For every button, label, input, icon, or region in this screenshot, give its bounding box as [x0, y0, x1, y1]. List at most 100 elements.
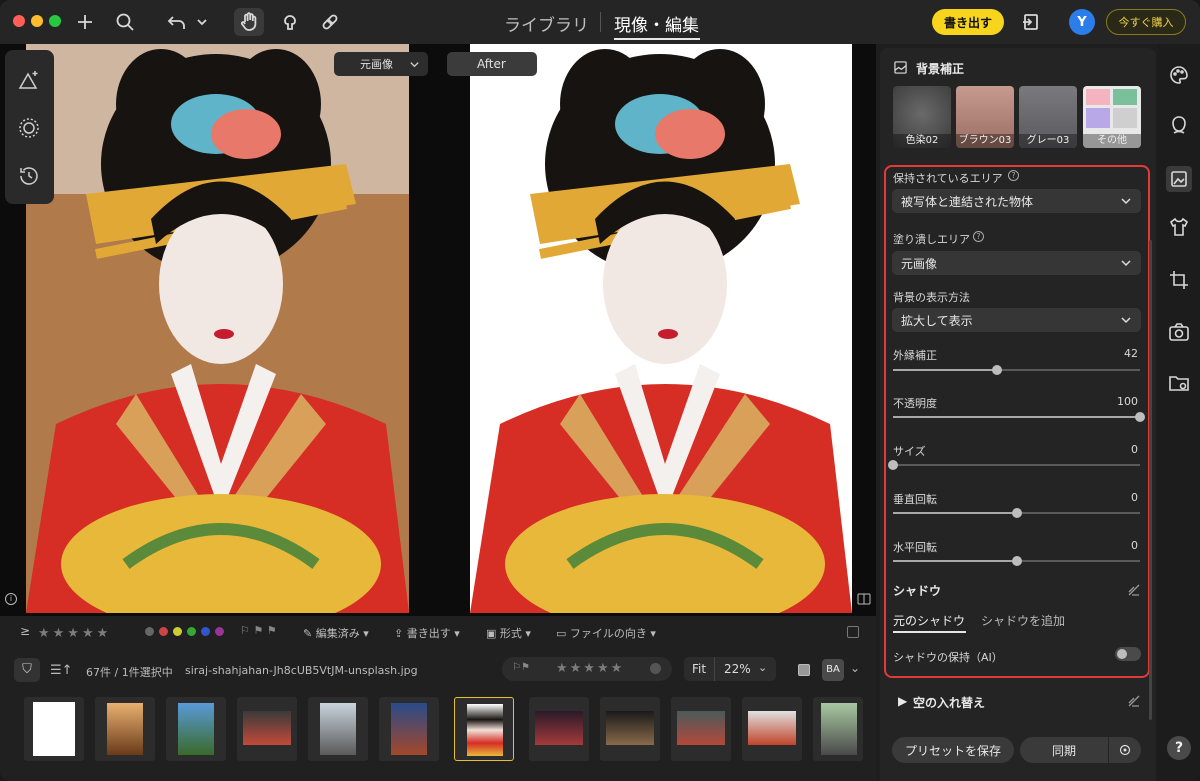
thumbnail-4[interactable]: [237, 697, 297, 761]
thumbnail-9[interactable]: [600, 697, 660, 761]
avatar[interactable]: Y: [1069, 9, 1095, 35]
thumbnail-12[interactable]: [813, 697, 863, 761]
color-yellow[interactable]: [173, 627, 182, 636]
healing-bandage-icon[interactable]: [318, 10, 342, 34]
slider-edge[interactable]: [893, 365, 1140, 375]
rating-filter[interactable]: ★★★★★: [38, 622, 128, 641]
color-blue[interactable]: [201, 627, 210, 636]
history-icon[interactable]: [17, 164, 41, 188]
tab-add-shadow[interactable]: シャドウを追加: [981, 612, 1065, 629]
export-filter[interactable]: ⇪ 書き出す ▾: [394, 625, 460, 641]
color-red[interactable]: [159, 627, 168, 636]
thumbnail-3[interactable]: [166, 697, 226, 761]
color-green[interactable]: [187, 627, 196, 636]
preset-other[interactable]: その他: [1083, 86, 1141, 148]
thumbnail-1[interactable]: [24, 697, 84, 761]
zoom-level[interactable]: 22%: [724, 662, 751, 676]
quick-star-rating[interactable]: ★★★★★: [556, 661, 624, 676]
sign-in-icon[interactable]: [1020, 10, 1042, 34]
slider-size[interactable]: [888, 460, 1140, 470]
slider-handle[interactable]: [1011, 508, 1022, 518]
sky-replace-title[interactable]: 空の入れ替え: [913, 694, 985, 711]
bg-display-select[interactable]: 拡大して表示: [892, 308, 1141, 332]
slider-opacity[interactable]: [893, 412, 1145, 422]
zoom-window-button[interactable]: [49, 15, 61, 27]
filter-icon[interactable]: ⛉: [14, 658, 40, 682]
add-icon[interactable]: [74, 10, 96, 34]
brush-mask-icon[interactable]: [278, 10, 302, 34]
slider-vertical-rotation[interactable]: [893, 508, 1140, 518]
vignette-icon[interactable]: [17, 116, 41, 140]
filter-operator-icon[interactable]: ≥: [20, 624, 30, 638]
minimize-window-button[interactable]: [31, 15, 43, 27]
color-purple[interactable]: [215, 627, 224, 636]
thumbnail-11[interactable]: [742, 697, 802, 761]
fill-area-select[interactable]: 元画像: [892, 251, 1141, 275]
single-view-icon[interactable]: [798, 664, 810, 676]
thumbnail-6[interactable]: [379, 697, 439, 761]
thumbnail-selected[interactable]: [454, 697, 514, 761]
preset-gray[interactable]: グレー03: [1019, 86, 1077, 148]
before-after-toggle[interactable]: BA: [822, 659, 844, 681]
view-options-chevron-icon[interactable]: ⌄: [850, 661, 860, 675]
info-icon[interactable]: i: [5, 593, 17, 605]
sync-button[interactable]: 同期: [1020, 737, 1108, 763]
tab-library[interactable]: ライブラリ: [504, 11, 589, 36]
folder-view-icon[interactable]: [1168, 372, 1190, 394]
palette-icon[interactable]: [1168, 64, 1190, 86]
slider-handle[interactable]: [1135, 412, 1145, 422]
save-preset-button[interactable]: プリセットを保存: [892, 737, 1014, 763]
zoom-control[interactable]: Fit 22% ⌄: [684, 657, 776, 681]
before-view-dropdown[interactable]: 元画像: [334, 52, 428, 76]
compare-split-icon[interactable]: [857, 593, 871, 605]
background-tool-icon[interactable]: [1166, 166, 1192, 192]
orientation-filter[interactable]: ▭ ファイルの向き ▾: [556, 625, 656, 641]
after-view-label[interactable]: After: [447, 52, 537, 76]
help-icon[interactable]: ?: [1008, 170, 1019, 181]
slider-handle[interactable]: [1011, 556, 1022, 566]
crop-icon[interactable]: [1168, 269, 1190, 291]
auto-enhance-icon[interactable]: [17, 68, 41, 92]
panel-scrollbar[interactable]: [1149, 240, 1152, 720]
undo-history-chevron-icon[interactable]: [194, 10, 210, 34]
fit-label[interactable]: Fit: [692, 662, 706, 676]
preserved-area-select[interactable]: 被写体と連結された物体: [892, 189, 1141, 213]
preset-stain[interactable]: 色染02: [893, 86, 951, 148]
slider-handle[interactable]: [991, 365, 1002, 375]
slider-handle[interactable]: [888, 460, 898, 470]
shadow-keep-toggle[interactable]: [1115, 647, 1141, 661]
sort-icon[interactable]: ☰↑: [50, 663, 73, 678]
thumbnail-2[interactable]: [95, 697, 155, 761]
sky-expand-icon[interactable]: ▶: [898, 694, 907, 708]
hand-tool-icon[interactable]: [234, 8, 264, 36]
format-filter[interactable]: ▣ 形式 ▾: [486, 625, 531, 641]
portrait-face-icon[interactable]: [1168, 114, 1190, 136]
thumbnail-5[interactable]: [308, 697, 368, 761]
help-icon[interactable]: ?: [973, 231, 984, 242]
slider-horizontal-rotation[interactable]: [893, 556, 1140, 566]
quick-color-label[interactable]: [650, 663, 661, 674]
search-icon[interactable]: [114, 10, 136, 34]
thumbnail-8[interactable]: [529, 697, 589, 761]
clear-filter-icon[interactable]: [847, 626, 859, 638]
clothing-icon[interactable]: [1168, 216, 1190, 238]
eraser-icon[interactable]: [1127, 583, 1141, 597]
edited-filter[interactable]: ✎ 編集済み ▾: [303, 625, 369, 641]
tab-develop-edit[interactable]: 現像・編集: [614, 11, 699, 36]
undo-icon[interactable]: [165, 10, 189, 34]
camera-icon[interactable]: [1168, 321, 1190, 343]
buy-now-button[interactable]: 今すぐ購入: [1106, 9, 1186, 35]
flag-filter-icon[interactable]: ⚐ ⚑ ⚑: [240, 624, 277, 637]
sync-settings-icon[interactable]: [1109, 737, 1141, 763]
thumbnail-10[interactable]: [671, 697, 731, 761]
flag-icon[interactable]: ⚐⚑: [512, 662, 530, 673]
preset-brown[interactable]: ブラウン03: [956, 86, 1014, 148]
help-button[interactable]: ?: [1167, 736, 1191, 760]
image-canvas[interactable]: [0, 44, 876, 616]
color-gray[interactable]: [145, 627, 154, 636]
close-window-button[interactable]: [13, 15, 25, 27]
color-label-filter[interactable]: [145, 627, 224, 636]
quick-rating-bar[interactable]: ⚐⚑ ★★★★★: [502, 657, 672, 681]
export-button[interactable]: 書き出す: [932, 9, 1004, 35]
tab-original-shadow[interactable]: 元のシャドウ: [893, 612, 965, 629]
